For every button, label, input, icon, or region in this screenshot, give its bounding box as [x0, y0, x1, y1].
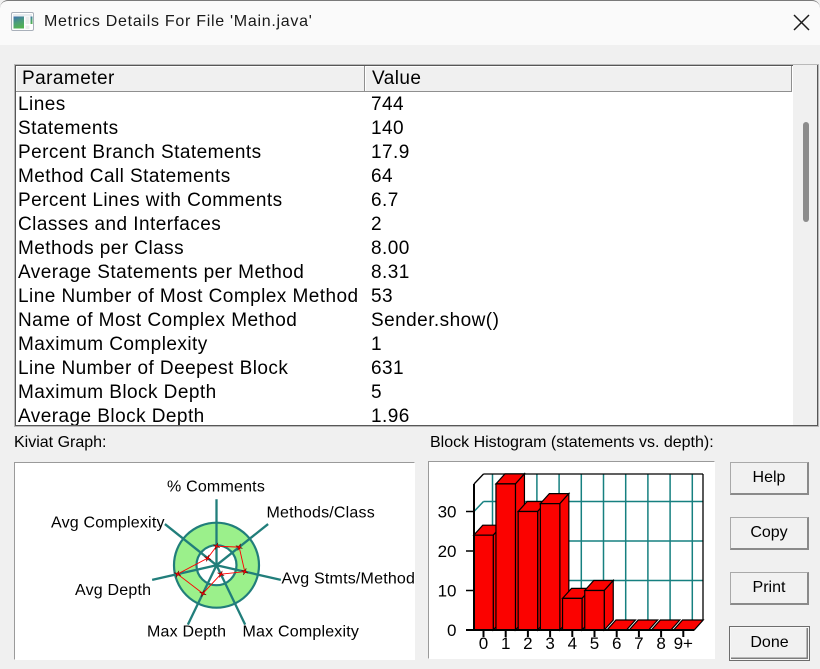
svg-text:Avg Depth: Avg Depth: [75, 582, 151, 599]
svg-text:10: 10: [438, 582, 457, 601]
svg-text:Max Complexity: Max Complexity: [243, 624, 360, 641]
svg-text:9+: 9+: [674, 634, 693, 653]
svg-text:% Comments: % Comments: [167, 479, 265, 496]
svg-text:0: 0: [447, 621, 456, 640]
svg-text:20: 20: [438, 542, 457, 561]
svg-text:Max Depth: Max Depth: [147, 624, 226, 641]
svg-text:30: 30: [438, 503, 457, 522]
svg-text:1: 1: [501, 634, 510, 653]
svg-text:4: 4: [568, 634, 577, 653]
svg-text:Avg Stmts/Method: Avg Stmts/Method: [282, 571, 415, 588]
svg-text:8: 8: [656, 634, 665, 653]
svg-text:5: 5: [590, 634, 599, 653]
svg-text:0: 0: [479, 634, 488, 653]
svg-text:2: 2: [523, 634, 532, 653]
svg-text:7: 7: [634, 634, 643, 653]
svg-text:Methods/Class: Methods/Class: [267, 504, 375, 521]
svg-text:3: 3: [545, 634, 554, 653]
svg-text:6: 6: [612, 634, 621, 653]
svg-text:Avg Complexity: Avg Complexity: [51, 515, 165, 532]
